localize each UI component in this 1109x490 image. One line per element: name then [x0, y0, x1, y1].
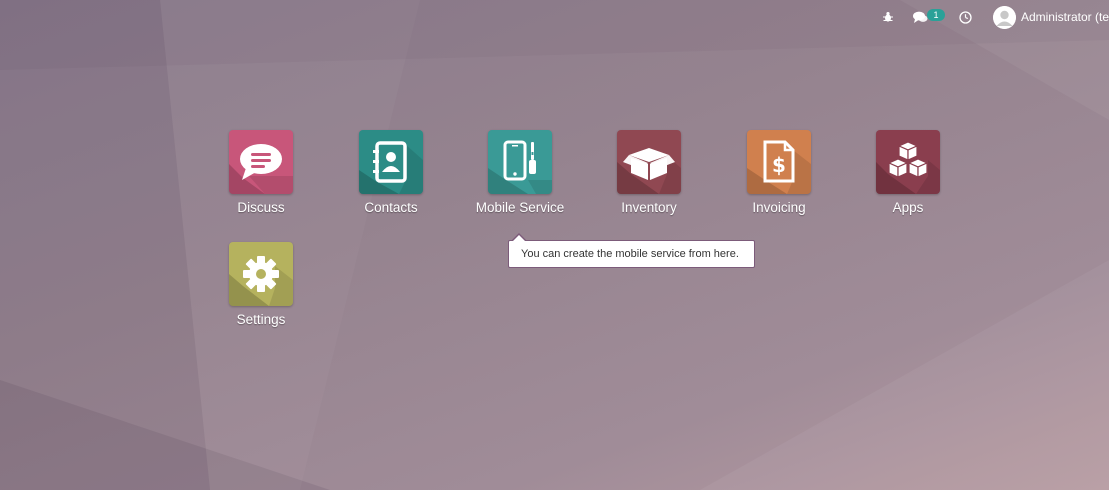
app-discuss[interactable]: Discuss [196, 130, 326, 230]
app-settings[interactable]: Settings [196, 242, 326, 342]
tooltip-text: You can create the mobile service from h… [521, 248, 739, 260]
app-tile-discuss [229, 130, 293, 194]
app-label-invoicing: Invoicing [752, 200, 806, 215]
user-menu[interactable]: Administrator (te [992, 0, 1109, 34]
chat-bubble-icon [240, 144, 282, 180]
app-label-settings: Settings [236, 312, 286, 327]
app-label-inventory: Inventory [621, 200, 677, 215]
top-bar: 1 Administrator (te [877, 0, 1109, 34]
svg-text:$: $ [772, 153, 786, 177]
app-label-contacts: Contacts [364, 200, 418, 215]
invoice-icon: $ [763, 140, 795, 183]
app-tile-mobile-service [488, 130, 552, 194]
mobile-service-tooltip: You can create the mobile service from h… [508, 240, 755, 268]
app-tile-inventory [617, 130, 681, 194]
activity-menu[interactable] [955, 0, 977, 34]
user-name: Administrator (te [1020, 10, 1109, 24]
app-tile-settings [229, 242, 293, 306]
chat-badge: 1 [926, 9, 945, 21]
app-contacts[interactable]: Contacts [326, 130, 456, 230]
app-tile-contacts [359, 130, 423, 194]
app-mobile-service[interactable]: Mobile Service [455, 130, 585, 230]
app-label-discuss: Discuss [237, 200, 285, 215]
app-invoicing[interactable]: $ Invoicing [714, 130, 844, 230]
app-label-apps: Apps [892, 200, 924, 215]
clock-icon [959, 10, 973, 24]
tooltip-arrow-inner [512, 235, 526, 242]
mobile-phone-icon [503, 140, 536, 181]
app-label-mobile-service: Mobile Service [475, 200, 565, 215]
debug-menu[interactable] [877, 0, 899, 34]
avatar [992, 5, 1016, 29]
app-apps[interactable]: Apps [843, 130, 973, 230]
bug-icon [882, 12, 893, 22]
box-icon [623, 148, 675, 180]
address-book-icon [373, 141, 407, 183]
cubes-icon [887, 141, 929, 178]
app-tile-apps [876, 130, 940, 194]
gear-icon [243, 256, 279, 292]
app-inventory[interactable]: Inventory [584, 130, 714, 230]
app-tile-invoicing: $ [747, 130, 811, 194]
user-avatar-icon [992, 5, 1016, 29]
chat-icon [912, 11, 928, 23]
messaging-menu[interactable]: 1 [912, 0, 945, 34]
